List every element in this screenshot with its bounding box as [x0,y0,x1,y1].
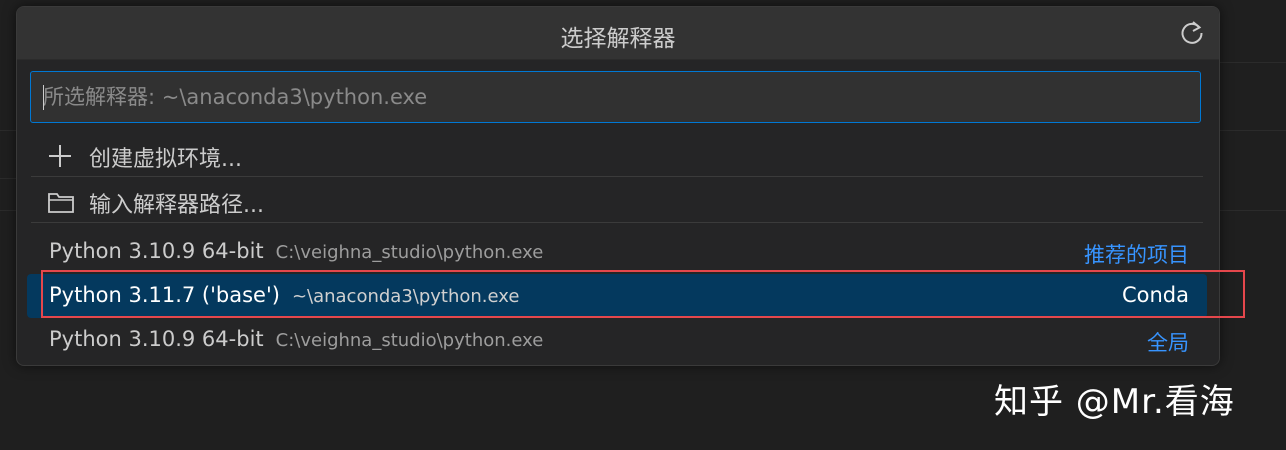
enter-interpreter-path-label: 输入解释器路径... [89,193,264,218]
interpreter-item[interactable]: Python 3.10.9 64-bit C:\veighna_studio\py… [27,230,1207,274]
background-divider [0,210,16,211]
text-caret [43,85,44,110]
interpreter-path: ~\anaconda3\python.exe [291,286,520,307]
folder-icon [47,189,74,215]
create-venv-label: 创建虚拟环境... [89,147,242,172]
interpreter-item-text: Python 3.10.9 64-bit C:\veighna_studio\py… [49,327,543,351]
interpreter-quick-pick: 选择解释器 创建虚拟环境... [16,6,1220,366]
interpreter-path: C:\veighna_studio\python.exe [275,242,544,263]
background-divider [0,178,16,179]
create-venv-item[interactable]: 创建虚拟环境... [27,133,1207,177]
interpreter-search-box [30,71,1201,123]
interpreter-item-selected[interactable]: Python 3.11.7 ('base') ~\anaconda3\python… [27,274,1207,318]
refresh-icon[interactable] [1177,18,1207,48]
interpreter-item-text: Python 3.10.9 64-bit C:\veighna_studio\py… [49,239,543,263]
interpreter-search-input[interactable] [43,72,1183,122]
interpreter-item-text: Python 3.11.7 ('base') ~\anaconda3\python… [49,283,519,307]
interpreter-tag: 全局 [1147,331,1189,355]
interpreter-path: C:\veighna_studio\python.exe [275,330,544,351]
interpreter-tag: Conda [1121,283,1189,307]
enter-interpreter-path-item[interactable]: 输入解释器路径... [27,179,1207,223]
watermark: 知乎 @Mr.看海 [994,382,1235,422]
interpreter-item[interactable]: Python 3.10.9 64-bit C:\veighna_studio\py… [27,318,1207,362]
interpreter-name: Python 3.10.9 64-bit [49,327,264,351]
interpreter-tag: 推荐的项目 [1084,243,1189,267]
plus-icon [47,143,73,169]
quick-pick-title: 选择解释器 [560,26,676,52]
quick-pick-title-bar: 选择解释器 [17,7,1219,60]
interpreter-name: Python 3.11.7 ('base') [49,283,280,307]
background-divider [1220,210,1286,211]
background-divider [0,130,16,131]
background-divider [1220,62,1286,63]
interpreter-name: Python 3.10.9 64-bit [49,239,264,263]
background-divider [1220,130,1286,131]
